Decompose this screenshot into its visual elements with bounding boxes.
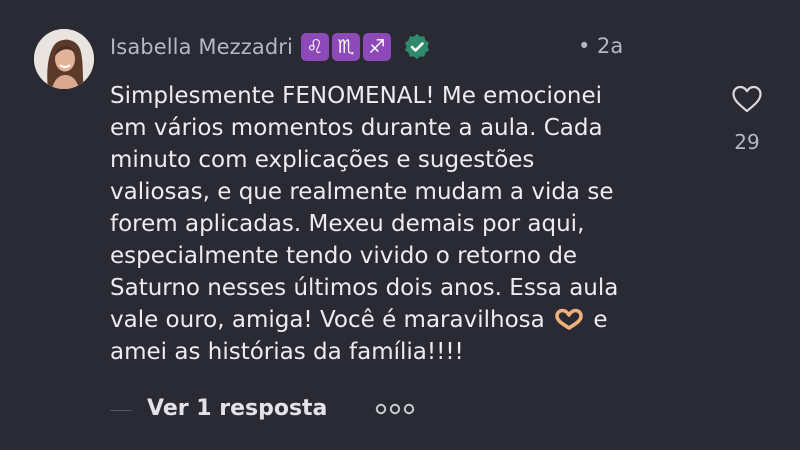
reply-divider: [110, 410, 132, 411]
comment-line: especialmente tendo vivido o retorno de: [110, 243, 578, 269]
like-count: 29: [734, 130, 760, 154]
leo-badge-icon: ♌: [300, 33, 329, 61]
heart-outline-icon[interactable]: [730, 83, 764, 115]
comment-line: Saturno nesses últimos dois anos. Essa a…: [110, 275, 619, 301]
verified-check-icon: [404, 34, 429, 59]
sagittarius-badge-icon: ♐: [362, 33, 391, 61]
comment-line: minuto com explicações e sugestões: [110, 147, 535, 173]
comment-text: Simplesmente FENOMENAL! Me emocionei em …: [110, 80, 710, 368]
zodiac-badges: ♌ ♏ ♐: [300, 33, 391, 61]
comment-line: amei as histórias da família!!!!: [110, 339, 464, 365]
author-name[interactable]: Isabella Mezzadri: [110, 35, 293, 59]
avatar-image: [34, 29, 94, 89]
comment-line: valiosas, e que realmente mudam a vida s…: [110, 179, 614, 205]
timestamp: • 2a: [578, 34, 624, 58]
more-dots-icon[interactable]: [374, 402, 416, 416]
avatar[interactable]: [34, 29, 94, 89]
heart-hands-emoji-icon: [555, 308, 583, 330]
comment-line: em vários momentos durante a aula. Cada: [110, 115, 603, 141]
comment-line: Simplesmente FENOMENAL! Me emocionei: [110, 83, 603, 109]
view-replies-button[interactable]: Ver 1 resposta: [147, 396, 327, 421]
comment-line-with-emoji: vale ouro, amiga! Você é maravilhosa e: [110, 304, 710, 336]
comment-line: forem aplicadas. Mexeu demais por aqui,: [110, 211, 585, 237]
comment-header: Isabella Mezzadri ♌ ♏ ♐: [110, 30, 630, 64]
comment-line-part: e: [593, 307, 608, 333]
comment-line-part: vale ouro, amiga! Você é maravilhosa: [110, 307, 545, 333]
scorpio-badge-icon: ♏: [331, 33, 360, 61]
